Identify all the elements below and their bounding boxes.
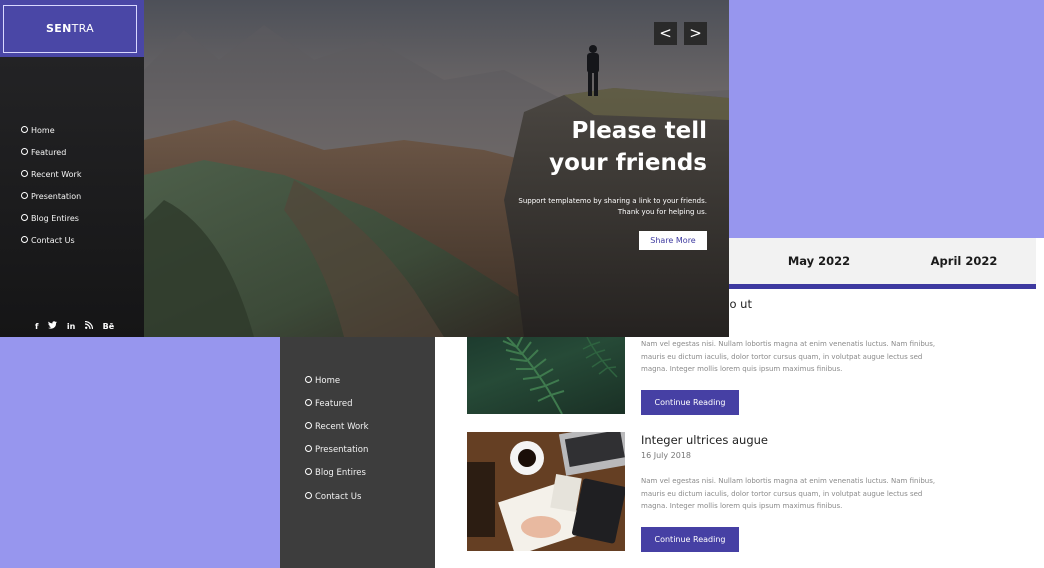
blog-nav-home[interactable]: Home xyxy=(305,376,340,386)
prev-slide-button[interactable]: < xyxy=(654,22,677,45)
blog-nav-contact[interactable]: Contact Us xyxy=(305,492,361,502)
facebook-icon[interactable]: f xyxy=(35,322,38,331)
logo-frame: SENTRA xyxy=(3,5,137,53)
hero-nav-featured[interactable]: Featured xyxy=(21,148,66,157)
blog-nav-presentation[interactable]: Presentation xyxy=(305,445,368,455)
tab-april-2022[interactable]: April 2022 xyxy=(884,238,1044,284)
hero-nav-contact[interactable]: Contact Us xyxy=(21,236,75,245)
circle-bullet-icon xyxy=(21,148,28,155)
blog-nav-recent-work[interactable]: Recent Work xyxy=(305,422,369,432)
post-excerpt: Nam vel egestas nisi. Nullam lobortis ma… xyxy=(641,477,936,510)
post-title[interactable]: Integer ultrices augue xyxy=(641,433,768,447)
hero-heading: Please tell your friends xyxy=(549,118,707,176)
circle-bullet-icon xyxy=(305,492,312,499)
circle-bullet-icon xyxy=(21,236,28,243)
logo[interactable]: SENTRA xyxy=(0,0,144,57)
circle-bullet-icon xyxy=(21,126,28,133)
tab-may-2022[interactable]: May 2022 xyxy=(739,238,899,284)
linkedin-icon[interactable]: in xyxy=(67,322,75,331)
rss-feed-icon xyxy=(84,320,93,330)
hero-subtitle: Support templatemo by sharing a link to … xyxy=(518,197,707,216)
post-thumbnail-fern[interactable] xyxy=(467,337,625,414)
post-thumbnail-desk[interactable] xyxy=(467,432,625,551)
blog-nav-blog-entries[interactable]: Blog Entires xyxy=(305,468,366,478)
continue-reading-button[interactable]: Continue Reading xyxy=(641,527,739,552)
desk-image xyxy=(467,432,625,551)
blog-nav-featured[interactable]: Featured xyxy=(305,399,353,409)
hero-nav-presentation[interactable]: Presentation xyxy=(21,192,81,201)
hero-sidebar: SENTRA Home Featured Recent Work Present… xyxy=(0,0,144,337)
hero-nav-blog-entries[interactable]: Blog Entires xyxy=(21,214,79,223)
behance-icon[interactable]: Bē xyxy=(103,322,115,331)
circle-bullet-icon xyxy=(21,170,28,177)
continue-reading-button[interactable]: Continue Reading xyxy=(641,390,739,415)
twitter-icon[interactable] xyxy=(48,321,60,331)
post-excerpt: Nam vel egestas nisi. Nullam lobortis ma… xyxy=(641,340,936,373)
blog-sidebar: Home Featured Recent Work Presentation B… xyxy=(280,337,435,568)
hero-nav-home[interactable]: Home xyxy=(21,126,55,135)
circle-bullet-icon xyxy=(21,192,28,199)
circle-bullet-icon xyxy=(305,468,312,475)
share-more-button[interactable]: Share More xyxy=(639,231,707,250)
circle-bullet-icon xyxy=(305,422,312,429)
hero-nav-recent-work[interactable]: Recent Work xyxy=(21,170,81,179)
next-slide-button[interactable]: > xyxy=(684,22,707,45)
twitter-bird-icon xyxy=(48,321,58,329)
hero-page: < > Please tell your friends Support tem… xyxy=(0,0,729,337)
circle-bullet-icon xyxy=(305,376,312,383)
social-links: f in Bē xyxy=(35,320,121,331)
hero-mountain-image: < > Please tell your friends Support tem… xyxy=(144,0,729,337)
circle-bullet-icon xyxy=(305,399,312,406)
circle-bullet-icon xyxy=(21,214,28,221)
rss-icon[interactable] xyxy=(84,320,96,331)
circle-bullet-icon xyxy=(305,445,312,452)
post-date: 16 July 2018 xyxy=(641,451,692,460)
fern-image xyxy=(502,337,618,414)
